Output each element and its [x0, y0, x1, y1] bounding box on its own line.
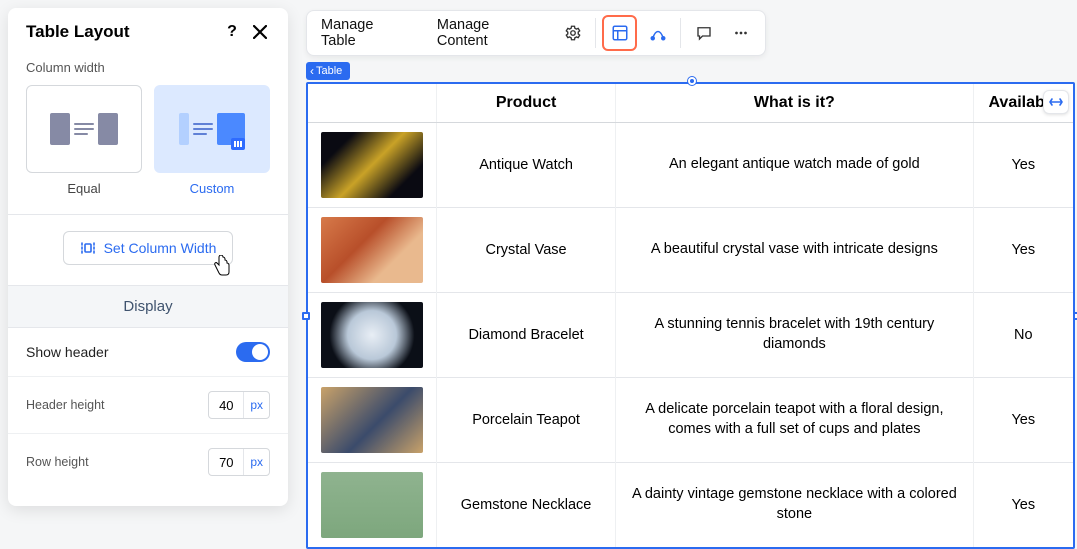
- selection-handle-right[interactable]: [1073, 312, 1077, 320]
- header-height-input[interactable]: [209, 398, 243, 413]
- column-width-options: Equal Custom: [8, 85, 288, 215]
- cell-image: [308, 208, 437, 293]
- help-icon[interactable]: ?: [222, 22, 242, 42]
- row-height-input-wrap: px: [208, 448, 270, 476]
- width-option-equal[interactable]: Equal: [26, 85, 142, 204]
- cell-image: [308, 463, 437, 548]
- cell-product: Crystal Vase: [437, 208, 616, 293]
- col-header-image: [308, 84, 437, 123]
- breadcrumb-label: Table: [316, 65, 342, 77]
- width-option-custom-label: Custom: [190, 181, 235, 204]
- width-option-custom[interactable]: Custom: [154, 85, 270, 204]
- cell-description: A beautiful crystal vase with intricate …: [616, 208, 973, 293]
- width-option-equal-label: Equal: [67, 181, 100, 204]
- table-component[interactable]: Product What is it? Available Antique Wa…: [306, 82, 1075, 549]
- table-row: Crystal VaseA beautiful crystal vase wit…: [308, 208, 1073, 293]
- table-layout-panel: Table Layout ? Column width Equal Custom: [8, 8, 288, 506]
- column-resize-handle-icon[interactable]: [1043, 90, 1069, 114]
- column-width-icon: [80, 240, 96, 256]
- row-height-input[interactable]: [209, 455, 243, 470]
- show-header-toggle[interactable]: [236, 342, 270, 362]
- row-height-row: Row height px: [8, 434, 288, 490]
- component-toolbar: Manage Table Manage Content: [306, 10, 766, 56]
- col-header-product: Product: [437, 84, 616, 123]
- more-icon[interactable]: [724, 16, 757, 50]
- table-row: Antique WatchAn elegant antique watch ma…: [308, 123, 1073, 208]
- col-header-what: What is it?: [616, 84, 973, 123]
- show-header-row: Show header: [8, 328, 288, 377]
- cell-image: [308, 378, 437, 463]
- cell-product: Diamond Bracelet: [437, 293, 616, 378]
- cell-product: Porcelain Teapot: [437, 378, 616, 463]
- breadcrumb-chip[interactable]: Table: [306, 62, 350, 80]
- settings-icon[interactable]: [557, 16, 590, 50]
- cell-product: Gemstone Necklace: [437, 463, 616, 548]
- cell-image: [308, 123, 437, 208]
- panel-header: Table Layout ?: [8, 8, 288, 60]
- layout-icon[interactable]: [602, 15, 637, 51]
- data-table: Product What is it? Available Antique Wa…: [308, 84, 1073, 547]
- table-row: Porcelain TeapotA delicate porcelain tea…: [308, 378, 1073, 463]
- col-header-available: Available: [973, 84, 1073, 123]
- table-row: Diamond BraceletA stunning tennis bracel…: [308, 293, 1073, 378]
- editor-canvas: Manage Table Manage Content Table: [300, 0, 1077, 514]
- cell-available: Yes: [973, 123, 1073, 208]
- cell-available: Yes: [973, 463, 1073, 548]
- table-row: Gemstone NecklaceA dainty vintage gemsto…: [308, 463, 1073, 548]
- table-header-row: Product What is it? Available: [308, 84, 1073, 123]
- header-height-row: Header height px: [8, 377, 288, 434]
- resize-handle-icon: [231, 138, 245, 150]
- cell-available: Yes: [973, 378, 1073, 463]
- close-icon[interactable]: [250, 22, 270, 42]
- cell-description: An elegant antique watch made of gold: [616, 123, 973, 208]
- set-column-width-button[interactable]: Set Column Width: [63, 231, 234, 265]
- set-column-width-label: Set Column Width: [104, 240, 217, 256]
- cell-available: Yes: [973, 208, 1073, 293]
- column-width-label: Column width: [8, 60, 288, 85]
- header-height-input-wrap: px: [208, 391, 270, 419]
- selection-handle-top[interactable]: [688, 77, 696, 85]
- cell-description: A dainty vintage gemstone necklace with …: [616, 463, 973, 548]
- cell-description: A stunning tennis bracelet with 19th cen…: [616, 293, 973, 378]
- cell-product: Antique Watch: [437, 123, 616, 208]
- panel-title: Table Layout: [26, 22, 214, 42]
- header-height-unit[interactable]: px: [243, 392, 269, 418]
- set-column-width-row: Set Column Width: [8, 215, 288, 286]
- display-section-heading: Display: [8, 286, 288, 328]
- comment-icon[interactable]: [687, 16, 720, 50]
- cell-description: A delicate porcelain teapot with a flora…: [616, 378, 973, 463]
- cell-image: [308, 293, 437, 378]
- row-height-label: Row height: [26, 455, 208, 469]
- manage-table-button[interactable]: Manage Table: [307, 11, 423, 55]
- manage-content-button[interactable]: Manage Content: [423, 11, 555, 55]
- selection-handle-left[interactable]: [302, 312, 310, 320]
- header-height-label: Header height: [26, 398, 208, 412]
- animation-icon[interactable]: [641, 16, 674, 50]
- row-height-unit[interactable]: px: [243, 449, 269, 475]
- table-selection-wrap: Product What is it? Available Antique Wa…: [306, 82, 1077, 549]
- cell-available: No: [973, 293, 1073, 378]
- show-header-label: Show header: [26, 344, 236, 360]
